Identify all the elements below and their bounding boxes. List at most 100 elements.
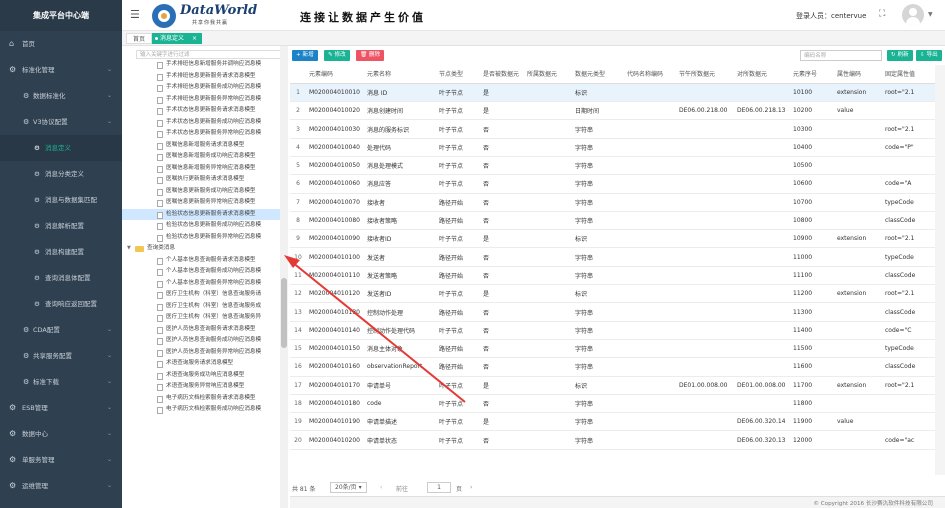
caret-down-icon[interactable]: ▼ — [127, 243, 131, 255]
column-header[interactable]: 所属数据元 — [524, 65, 572, 84]
table-row[interactable]: 15 M020004010150 消息主体对象 路径开始否字符串 11500 typeCo… — [290, 339, 945, 359]
table-row[interactable]: 7 M020004010070 接收者 路径开始否字符串 10700 typeCode — [290, 193, 945, 212]
table-row[interactable]: 12 M020004010120 发送者ID 叶子节点是 标识 11200 extensio… — [290, 284, 945, 304]
sidebar-leaf[interactable]: ⚙ 消息分类定义 — [0, 161, 122, 187]
next-page-icon[interactable]: › — [470, 484, 472, 491]
table-row[interactable]: 4 M020004010040 处理代码 叶子节点否字符串 10400 code="P" — [290, 138, 945, 157]
column-header[interactable]: 是否被数据元 — [480, 65, 524, 84]
tab-home[interactable]: 首页 — [126, 33, 153, 44]
add-button[interactable]: + 新增 — [292, 50, 318, 61]
tree-node[interactable]: 电子病历文档检索服务成功响应消息模 — [122, 404, 282, 416]
tree-folder[interactable]: ▼ 查询类消息 — [122, 243, 282, 255]
tree-node[interactable]: 医嘱执行更新服务请求消息模型 — [122, 174, 282, 186]
table-row[interactable]: 1 M020004010010 消息 ID 叶子节点是 标识 10100 extension… — [290, 83, 945, 103]
sidebar-item[interactable]: ⚙ 运维管理 ⌄ — [0, 473, 122, 499]
column-header[interactable]: 对所数据元 — [734, 65, 790, 84]
tree-node[interactable]: 检验状态信息更新服务成功响应消息模 — [122, 220, 282, 232]
tree-node[interactable]: 医护人员信息查询服务异常响应消息模 — [122, 347, 282, 359]
column-header[interactable]: 属性编码 — [834, 65, 882, 84]
tree-node[interactable]: 手术排班信息新增服务并调响应消息模 — [122, 59, 282, 71]
tree-node[interactable]: 检验状态信息更新服务请求消息模型 — [122, 208, 282, 220]
sidebar-leaf[interactable]: ⚙ 消息定义 — [0, 135, 122, 161]
tree-node[interactable]: 手术排班信息更新服务成功响应消息模 — [122, 82, 282, 94]
page-size-select[interactable]: 20条/页 ▾ — [330, 482, 367, 493]
sidebar-leaf[interactable]: ⚙ 消息与数据集匹配 — [0, 187, 122, 213]
tree-node[interactable]: 个人基本信息查询服务请求消息模型 — [122, 255, 282, 267]
tab-message-definition[interactable]: 消息定义 × — [152, 33, 202, 44]
column-header[interactable]: 节午所数据元 — [676, 65, 734, 84]
table-row[interactable]: 16 M020004010160 observationReport 路径开始否 字符串… — [290, 357, 945, 377]
table-row[interactable]: 9 M020004010090 接收者ID 叶子节点是 标识 10900 extension… — [290, 229, 945, 249]
export-button[interactable]: ⇩ 导出 — [916, 50, 942, 61]
sidebar-item[interactable]: ⚙ ESB管理 ⌄ — [0, 395, 122, 421]
tree-node[interactable]: 医疗卫生机构（科室）信息查询服务成 — [122, 301, 282, 313]
sidebar-subitem[interactable]: ⚙ 标准下载 ⌄ — [0, 369, 122, 395]
tree-node[interactable]: 手术状态信息更新服务请求消息模型 — [122, 105, 282, 117]
tree-scrollbar[interactable] — [280, 46, 288, 508]
tree-scrollbar-thumb[interactable] — [281, 278, 287, 348]
tree-node[interactable]: 医嘱信息更新服务异常响应消息模型 — [122, 197, 282, 209]
sidebar-subitem[interactable]: ⚙ 数据标准化 ⌄ — [0, 83, 122, 109]
delete-button[interactable]: 🗑 删除 — [356, 50, 385, 61]
table-row[interactable]: 3 M020004010030 消息的服务标识 叶子节点否字符串 10300 root="… — [290, 119, 945, 139]
tree-node[interactable]: 手术排班信息更新服务异常响应消息模 — [122, 94, 282, 106]
table-row[interactable]: 5 M020004010050 消息处理模式 叶子节点否 字符串 10500 — [290, 156, 945, 176]
tree-node[interactable]: 医护人员信息查询服务成功响应消息模 — [122, 335, 282, 347]
tree-filter-input[interactable]: 输入关键字进行过滤 — [136, 50, 282, 59]
grid-scrollbar[interactable] — [935, 65, 945, 475]
column-header[interactable] — [290, 65, 306, 84]
menu-toggle-icon[interactable]: ☰ — [130, 8, 140, 21]
tree-node[interactable]: 术语查询服务请求消息模型 — [122, 358, 282, 370]
tree-node[interactable]: 医嘱信息新增服务成功响应消息模型 — [122, 151, 282, 163]
column-header[interactable]: 数据元类型 — [572, 65, 624, 84]
page-number-input[interactable]: 1 — [427, 482, 451, 493]
sidebar-leaf[interactable]: ⚙ 查询消息体配置 — [0, 265, 122, 291]
sidebar-item[interactable]: ⚙ 单服务管理 ⌄ — [0, 447, 122, 473]
table-row[interactable]: 8 M020004010080 接收者策略 路径开始否字符串 10800 classCod… — [290, 211, 945, 231]
column-header[interactable]: 代码名称编码 — [624, 65, 676, 84]
sidebar-subitem[interactable]: ⚙ CDA配置 ⌄ — [0, 317, 122, 343]
table-row[interactable]: 6 M020004010060 消息应答 叶子节点否字符串 10600 code="A — [290, 174, 945, 194]
column-header[interactable]: 元素名称 — [364, 65, 436, 84]
tree-node[interactable]: 检验状态信息更新服务异常响应消息模 — [122, 232, 282, 244]
tree-node[interactable]: 术语查询服务成功响应消息模型 — [122, 370, 282, 382]
table-row[interactable]: 14 M020004010140 控制动作处理代码 叶子节点否字符串 11400 code… — [290, 321, 945, 340]
sidebar-leaf[interactable]: ⚙ 查询响应返回配置 — [0, 291, 122, 317]
table-row[interactable]: 13 M020004010130 控制动作处理 路径开始否字符串 11300 classC… — [290, 302, 945, 322]
edit-button[interactable]: ✎ 修改 — [324, 50, 350, 61]
search-input[interactable]: 编码名称 — [800, 50, 882, 61]
sidebar-leaf[interactable]: ⚙ 消息构建配置 — [0, 239, 122, 265]
tree-node[interactable]: 手术状态信息更新服务异常响应消息模 — [122, 128, 282, 140]
table-row[interactable]: 20 M020004010200 申请单状态 叶子节点否 字符串 DE06.00.320.… — [290, 430, 945, 450]
column-header[interactable]: 元素编码 — [306, 65, 364, 84]
tree-node[interactable]: 医护人员信息查询服务请求消息模型 — [122, 324, 282, 336]
tree-node[interactable]: 医疗卫生机构（科室）信息查询服务请 — [122, 289, 282, 301]
close-icon[interactable]: × — [192, 35, 197, 42]
sidebar-leaf[interactable]: ⚙ 消息解析配置 — [0, 213, 122, 239]
tree-node[interactable]: 医嘱信息新增服务异常响应消息模型 — [122, 163, 282, 175]
sidebar-item[interactable]: ⚙ 数据中心 ⌄ — [0, 421, 122, 447]
table-row[interactable]: 18 M020004010180 code 叶子节点否 字符串 11800 — [290, 394, 945, 414]
table-row[interactable]: 11 M020004010110 发送者策略 路径开始否字符串 11100 classCo… — [290, 266, 945, 286]
table-row[interactable]: 17 M020004010170 申请单号 叶子节点是 标识 DE01.00.008.00… — [290, 376, 945, 395]
tree-node[interactable]: 医疗卫生机构（科室）信息查询服务异 — [122, 312, 282, 324]
sidebar-item[interactable]: ⌂ 首页 — [0, 31, 122, 57]
table-row[interactable]: 19 M020004010190 申请单描述 叶子节点是 字符串 DE06.00.320.… — [290, 412, 945, 432]
tree-node[interactable]: 手术状态信息更新服务成功响应消息模 — [122, 117, 282, 129]
tree-node[interactable]: 医嘱信息新增服务请求消息模型 — [122, 140, 282, 152]
column-header[interactable]: 节点类型 — [436, 65, 480, 84]
tree-node[interactable]: 电子病历文档检索服务请求消息模型 — [122, 393, 282, 405]
tree-node[interactable]: 手术排班信息更新服务请求消息模型 — [122, 71, 282, 83]
avatar[interactable] — [902, 4, 924, 26]
sidebar-subitem[interactable]: ⚙ 共享服务配置 ⌄ — [0, 343, 122, 369]
fullscreen-icon[interactable]: ⛶ — [879, 9, 885, 19]
tree-node[interactable]: 个人基本信息查询服务成功响应消息模 — [122, 266, 282, 278]
sidebar-item[interactable]: ⚙其它管理⌄ — [0, 499, 122, 508]
sidebar-item[interactable]: ⚙ 标准化管理 ⌄ — [0, 57, 122, 83]
chevron-down-icon[interactable]: ▼ — [928, 11, 933, 18]
table-row[interactable]: 2 M020004010020 消息创建时间 叶子节点是 日期时间 DE06.00.218… — [290, 101, 945, 121]
tree-node[interactable]: 术语查询服务异常响应消息模型 — [122, 381, 282, 393]
table-row[interactable]: 10 M020004010100 发送者 路径开始否字符串 11000 typeCode — [290, 247, 945, 267]
refresh-button[interactable]: ↻ 刷新 — [887, 50, 913, 61]
tree-node[interactable]: 医嘱信息更新服务成功响应消息模型 — [122, 186, 282, 198]
